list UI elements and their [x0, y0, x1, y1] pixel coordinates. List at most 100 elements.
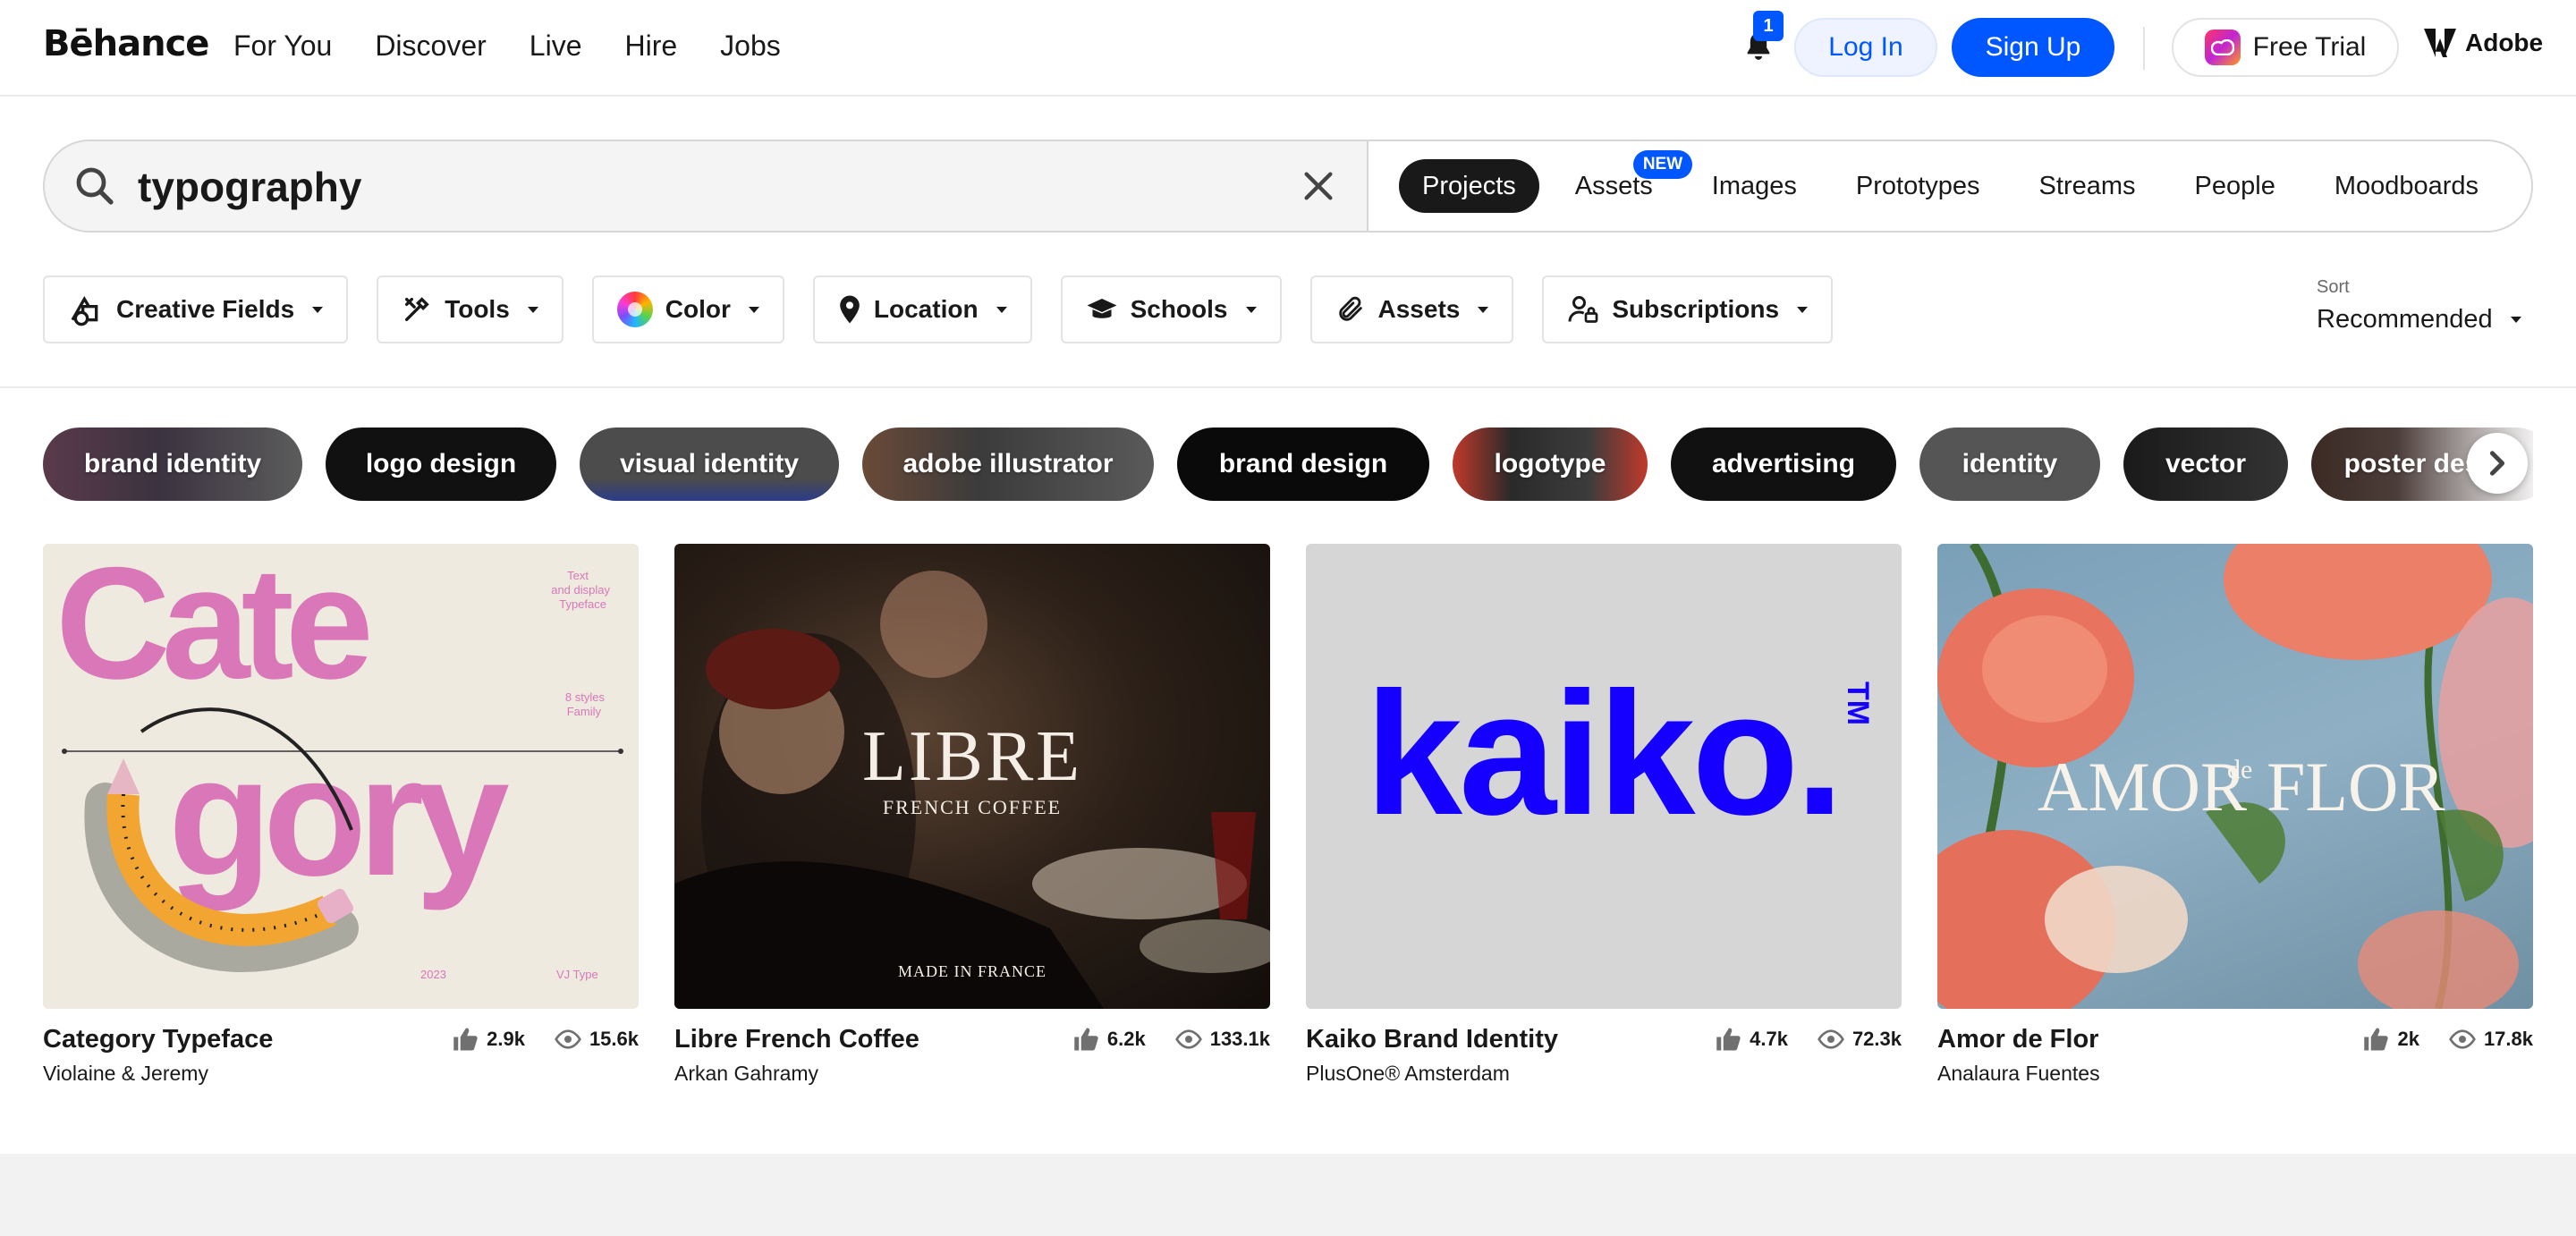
project-meta: Category Typeface Violaine & Jeremy 2.9k…: [43, 1025, 639, 1086]
tag-pill[interactable]: logotype: [1453, 428, 1648, 501]
svg-text:Text: Text: [567, 569, 589, 582]
search-input-area[interactable]: typography: [45, 141, 1367, 231]
project-card[interactable]: kaiko. TM Kaiko Brand Identity PlusOne® …: [1306, 544, 1902, 1086]
nav-divider: [2143, 27, 2145, 70]
like-count: 4.7k: [1750, 1028, 1788, 1050]
nav-jobs[interactable]: Jobs: [720, 30, 781, 63]
tag-pill[interactable]: logo design: [326, 428, 556, 501]
tab-people[interactable]: People: [2172, 159, 2299, 213]
graduation-cap-icon: [1087, 299, 1117, 318]
filter-tools[interactable]: Tools: [377, 275, 564, 343]
project-title[interactable]: Amor de Flor: [1937, 1025, 2100, 1054]
user-lock-icon: [1568, 296, 1598, 323]
free-trial-label: Free Trial: [2252, 32, 2367, 62]
project-card[interactable]: AMOR de FLOR Amor de Flor Analaura Fuent…: [1937, 544, 2533, 1086]
thumbs-up-icon: [1716, 1028, 1741, 1051]
sort-value-text: Recommended: [2317, 305, 2493, 334]
project-card[interactable]: LIBRE FRENCH COFFEE MADE IN FRANCE Libre…: [674, 544, 1270, 1086]
login-button[interactable]: Log In: [1794, 18, 1937, 77]
project-card[interactable]: Cate gory Text and display Typeface 8 st…: [43, 544, 639, 1086]
chevron-down-icon: [2510, 317, 2521, 323]
sort-dropdown[interactable]: Sort Recommended: [2317, 277, 2521, 334]
artwork-sub: FRENCH COFFEE: [883, 796, 1062, 818]
search-input[interactable]: typography: [138, 163, 361, 211]
project-stats: 2.9k 15.6k: [433, 1027, 639, 1052]
free-trial-button[interactable]: Free Trial: [2172, 18, 2399, 77]
svg-text:and display: and display: [551, 583, 610, 597]
project-title[interactable]: Category Typeface: [43, 1025, 273, 1054]
tab-projects[interactable]: Projects: [1399, 159, 1539, 213]
artwork-mark-right: FLOR: [2267, 748, 2445, 825]
filter-creative-fields-label: Creative Fields: [116, 295, 295, 323]
filter-color-label: Color: [665, 295, 731, 323]
top-navigation: Bēhance For You Discover Live Hire Jobs …: [0, 0, 2576, 97]
nav-discover[interactable]: Discover: [375, 30, 486, 63]
tags-next-button[interactable]: [2467, 433, 2528, 494]
project-meta: Kaiko Brand Identity PlusOne® Amsterdam …: [1306, 1025, 1902, 1086]
like-count: 6.2k: [1106, 1028, 1146, 1050]
chevron-down-icon: [312, 306, 324, 313]
adobe-link[interactable]: Adobe: [2424, 29, 2543, 57]
artwork-mark: kaiko.: [1365, 656, 1841, 851]
view-count: 133.1k: [1209, 1028, 1270, 1050]
project-title[interactable]: Kaiko Brand Identity: [1306, 1025, 1558, 1054]
tab-prototypes[interactable]: Prototypes: [1833, 159, 2004, 213]
filter-location[interactable]: Location: [812, 275, 1032, 343]
filter-assets-label: Assets: [1377, 295, 1461, 323]
nav-hire[interactable]: Hire: [624, 30, 677, 63]
tag-pill[interactable]: vector: [2123, 428, 2288, 501]
related-tags: brand identity logo design visual identi…: [43, 428, 2533, 501]
tab-moodboards[interactable]: Moodboards: [2311, 159, 2502, 213]
filter-assets[interactable]: Assets: [1309, 275, 1514, 343]
tag-pill[interactable]: brand identity: [43, 428, 302, 501]
project-owner[interactable]: Arkan Gahramy: [674, 1062, 919, 1086]
project-owner[interactable]: Violaine & Jeremy: [43, 1062, 273, 1086]
thumbs-up-icon: [453, 1028, 478, 1051]
kaiko-artwork: kaiko. TM: [1365, 656, 1875, 851]
tag-pill[interactable]: visual identity: [580, 428, 839, 501]
filter-location-label: Location: [873, 295, 979, 323]
like-count: 2k: [2397, 1028, 2419, 1050]
artwork-foot: MADE IN FRANCE: [898, 962, 1046, 980]
nav-for-you[interactable]: For You: [233, 30, 332, 63]
filter-subscriptions[interactable]: Subscriptions: [1542, 275, 1834, 343]
signup-button[interactable]: Sign Up: [1952, 18, 2114, 77]
project-owner[interactable]: PlusOne® Amsterdam: [1306, 1062, 1558, 1086]
tag-pill[interactable]: advertising: [1671, 428, 1896, 501]
artwork-word-2: gory: [168, 722, 509, 911]
eye-icon: [555, 1029, 581, 1049]
view-count: 15.6k: [589, 1028, 639, 1050]
artwork-foundry: VJ Type: [556, 968, 598, 981]
artwork-mark-mid: de: [2227, 755, 2252, 784]
view-count: 17.8k: [2483, 1028, 2533, 1050]
like-count: 2.9k: [487, 1028, 525, 1050]
search-type-tabs: Projects Assets Images Prototypes Stream…: [1367, 141, 2531, 231]
project-thumbnail[interactable]: AMOR de FLOR: [1937, 544, 2533, 1009]
artwork-year: 2023: [420, 968, 446, 981]
view-count: 72.3k: [1852, 1028, 1902, 1050]
project-thumbnail[interactable]: kaiko. TM: [1306, 544, 1902, 1009]
close-icon[interactable]: [1301, 168, 1336, 204]
project-thumbnail[interactable]: LIBRE FRENCH COFFEE MADE IN FRANCE: [674, 544, 1270, 1009]
filter-schools[interactable]: Schools: [1060, 275, 1282, 343]
libre-coffee-artwork: LIBRE FRENCH COFFEE MADE IN FRANCE: [674, 571, 1270, 1009]
tag-pill[interactable]: brand design: [1177, 428, 1429, 501]
filter-creative-fields[interactable]: Creative Fields: [43, 275, 349, 343]
chevron-right-icon: [2489, 451, 2505, 476]
filter-color[interactable]: Color: [591, 275, 784, 343]
project-owner[interactable]: Analaura Fuentes: [1937, 1062, 2100, 1086]
behance-logo[interactable]: Bēhance: [43, 23, 209, 64]
tag-pill[interactable]: identity: [1919, 428, 2100, 501]
project-thumbnail[interactable]: Cate gory Text and display Typeface 8 st…: [43, 544, 639, 1009]
eye-icon: [2449, 1029, 2476, 1049]
tab-images[interactable]: Images: [1689, 159, 1820, 213]
tag-pill[interactable]: adobe illustrator: [862, 428, 1154, 501]
nav-live[interactable]: Live: [530, 30, 582, 63]
color-wheel-icon: [616, 292, 653, 327]
tab-streams[interactable]: Streams: [2016, 159, 2159, 213]
chevron-down-icon: [996, 306, 1007, 313]
project-grid: Cate gory Text and display Typeface 8 st…: [43, 544, 2533, 1086]
project-title[interactable]: Libre French Coffee: [674, 1025, 919, 1054]
sort-label: Sort: [2317, 277, 2350, 297]
search-icon: [76, 167, 114, 205]
